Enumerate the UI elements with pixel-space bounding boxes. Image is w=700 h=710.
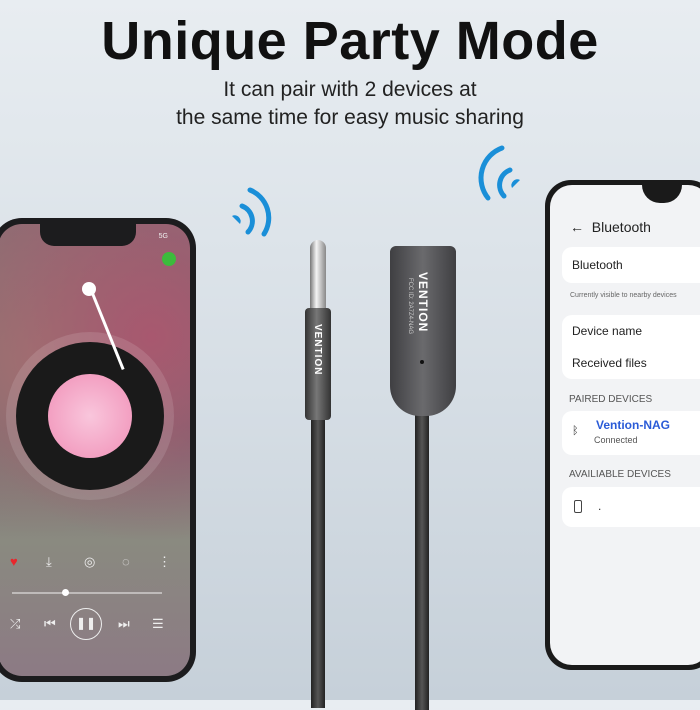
- bluetooth-settings-screen: ← Bluetooth Bluetooth Currently visible …: [550, 185, 700, 665]
- settings-card: Device name Received files: [562, 315, 700, 379]
- visibility-note: Currently visible to nearby devices: [570, 292, 677, 299]
- previous-icon[interactable]: ⏮: [44, 616, 56, 632]
- subtitle-line-1: It can pair with 2 devices at: [223, 78, 477, 101]
- next-icon[interactable]: ⏭: [118, 616, 130, 632]
- wireless-signal-icon: [232, 187, 272, 237]
- bluetooth-toggle-row[interactable]: Bluetooth: [562, 247, 700, 283]
- usb-cable: [415, 410, 429, 710]
- pause-button[interactable]: ❚❚: [70, 608, 102, 640]
- paired-device-row[interactable]: ᛒ Vention-NAG Connected: [562, 411, 700, 455]
- available-devices-header: AVAILIABLE DEVICES: [569, 469, 671, 480]
- settings-header: ← Bluetooth: [570, 219, 651, 235]
- heart-icon[interactable]: ♥: [10, 554, 18, 569]
- right-phone: ← Bluetooth Bluetooth Currently visible …: [545, 180, 700, 670]
- progress-knob[interactable]: [61, 589, 69, 596]
- shuffle-icon[interactable]: ⤮: [10, 616, 20, 632]
- aux-jack-tip: [310, 240, 326, 310]
- dongle-brand: VENTION: [416, 272, 430, 333]
- wireless-signal-icon: [478, 145, 520, 201]
- paired-device-name: Vention-NAG: [596, 418, 670, 432]
- bluetooth-icon: ᛒ: [572, 425, 579, 437]
- back-arrow-icon[interactable]: ←: [570, 219, 592, 235]
- header-title: Bluetooth: [591, 219, 651, 235]
- subtitle-line-2: the same time for easy music sharing: [176, 106, 524, 129]
- aux-cable: [311, 418, 325, 708]
- available-device-row[interactable]: .: [562, 487, 700, 527]
- playlist-icon[interactable]: ☰: [152, 616, 164, 632]
- fcc-id: FCC ID: 2A7Z4-NAG: [407, 278, 413, 335]
- bluetooth-row-label: Bluetooth: [572, 258, 623, 272]
- paired-devices-header: PAIRED DEVICES: [569, 394, 653, 405]
- device-name-row[interactable]: Device name: [562, 315, 700, 347]
- page-title: Unique Party Mode: [101, 11, 599, 71]
- paired-device-status: Connected: [594, 435, 638, 445]
- comment-icon[interactable]: ◎: [84, 554, 95, 570]
- phone-notch: [642, 185, 682, 203]
- phone-notch: [40, 224, 136, 246]
- phone-icon: [574, 500, 582, 513]
- wechat-icon[interactable]: [162, 252, 176, 266]
- more-icon[interactable]: ⋮: [158, 554, 171, 570]
- download-icon[interactable]: ⤓: [46, 554, 52, 570]
- vinyl-record: [16, 342, 164, 490]
- music-player-screen: 5G ♥ ⤓ ◎ ◌ ⋮ ⤮ ⏮ ❚❚ ⏭ ☰: [0, 224, 190, 676]
- progress-bar[interactable]: [12, 589, 162, 596]
- available-device-name: .: [598, 499, 602, 513]
- indicator-led: [420, 360, 424, 364]
- share-icon[interactable]: ◌: [122, 554, 130, 569]
- received-files-row[interactable]: Received files: [562, 347, 700, 379]
- usb-dongle: VENTION: [390, 246, 456, 416]
- aux-jack-body: VENTION: [305, 308, 331, 420]
- left-phone: 5G ♥ ⤓ ◎ ◌ ⋮ ⤮ ⏮ ❚❚ ⏭ ☰: [0, 218, 196, 682]
- jack-brand: VENTION: [312, 324, 323, 376]
- status-bar: 5G: [158, 233, 168, 240]
- album-art: [48, 374, 132, 458]
